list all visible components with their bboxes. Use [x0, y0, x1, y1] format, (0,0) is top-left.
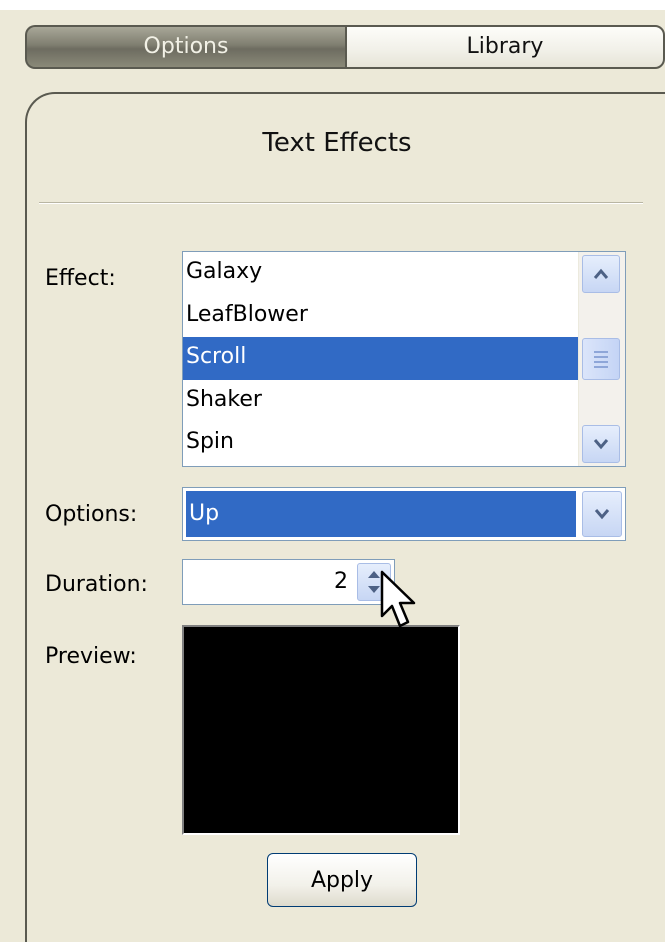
dropdown-chevron-icon — [594, 509, 610, 520]
options-label: Options: — [45, 502, 138, 527]
effect-listbox[interactable]: Galaxy LeafBlower Scroll Shaker Spin — [182, 251, 626, 467]
panel-title: Text Effects — [262, 128, 412, 158]
list-item[interactable]: Shaker — [183, 380, 578, 423]
duration-spinner[interactable]: 2 — [182, 559, 395, 605]
scroll-down-button[interactable] — [582, 425, 620, 463]
options-dropdown[interactable]: Up — [182, 487, 626, 541]
options-selected-value: Up — [186, 491, 576, 537]
thumb-grip — [594, 365, 608, 368]
effect-list-items: Galaxy LeafBlower Scroll Shaker Spin — [183, 252, 578, 465]
preview-canvas — [182, 625, 460, 835]
apply-button[interactable]: Apply — [267, 853, 417, 907]
preview-label: Preview: — [45, 644, 137, 669]
scroll-thumb[interactable] — [582, 338, 620, 380]
mouse-pointer-icon — [380, 570, 416, 628]
list-item[interactable]: Spin — [183, 422, 578, 465]
list-item-selected[interactable]: Scroll — [183, 337, 578, 380]
thumb-grip — [594, 350, 608, 353]
list-item[interactable]: LeafBlower — [183, 295, 578, 338]
tab-options[interactable]: Options — [25, 25, 345, 69]
options-dropdown-button[interactable] — [582, 491, 622, 537]
tab-bar: Options Library — [25, 25, 665, 71]
thumb-grip — [594, 355, 608, 358]
scroll-up-icon — [593, 268, 609, 279]
top-strip — [0, 0, 665, 10]
duration-label: Duration: — [45, 572, 148, 597]
effect-label: Effect: — [45, 266, 116, 291]
tab-library[interactable]: Library — [345, 25, 665, 69]
effect-scrollbar[interactable] — [578, 252, 625, 466]
scroll-down-icon — [593, 439, 609, 450]
thumb-grip — [594, 360, 608, 363]
duration-value[interactable]: 2 — [334, 560, 348, 604]
scroll-up-button[interactable] — [582, 255, 620, 293]
title-divider — [39, 202, 643, 204]
list-item[interactable]: Galaxy — [183, 252, 578, 295]
